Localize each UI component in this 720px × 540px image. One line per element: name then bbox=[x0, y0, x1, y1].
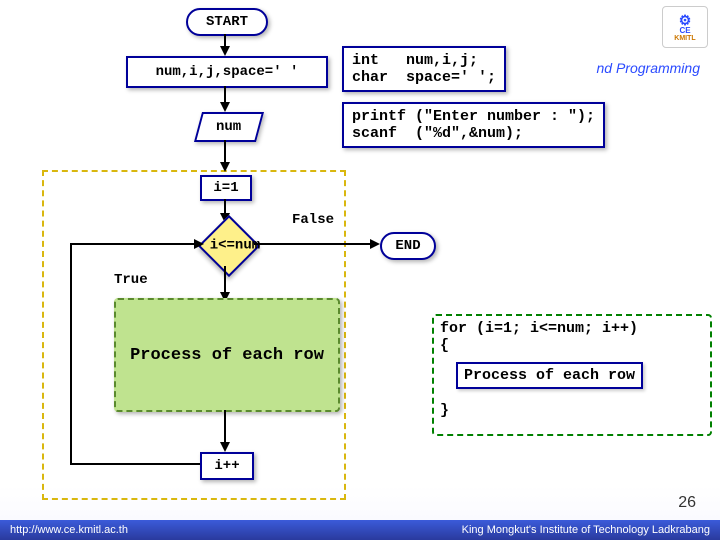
arrowhead-down-icon bbox=[220, 46, 230, 56]
node-incr: i++ bbox=[200, 452, 254, 480]
arrow bbox=[224, 140, 226, 164]
node-start-label: START bbox=[206, 14, 248, 30]
arrowhead-down-icon bbox=[220, 102, 230, 112]
arrowhead-right-icon bbox=[370, 239, 380, 249]
node-end: END bbox=[380, 232, 436, 260]
arrow bbox=[70, 243, 196, 245]
arrow bbox=[224, 410, 226, 444]
code-loop-body: Process of each row bbox=[456, 362, 643, 389]
node-decision-label: i<=num bbox=[210, 237, 250, 253]
arrow bbox=[224, 266, 226, 294]
slide: ⚙ CE KMITL nd Programming START num,i,j,… bbox=[0, 0, 720, 540]
node-input: num bbox=[194, 112, 264, 142]
arrowhead-right-icon bbox=[194, 239, 204, 249]
node-start: START bbox=[186, 8, 268, 36]
node-input-label: num bbox=[216, 119, 241, 135]
footer-bar: http://www.ce.kmitl.ac.th King Mongkut's… bbox=[0, 520, 720, 540]
code-io: printf ("Enter number : "); scanf ("%d",… bbox=[342, 102, 605, 148]
arrow bbox=[70, 463, 200, 465]
footer-url: http://www.ce.kmitl.ac.th bbox=[10, 524, 128, 536]
flowchart: START num,i,j,space=' ' num i=1 i<=num F… bbox=[0, 0, 720, 540]
node-end-label: END bbox=[395, 238, 420, 254]
page-number: 26 bbox=[678, 494, 696, 512]
node-declare: num,i,j,space=' ' bbox=[126, 56, 328, 88]
label-false: False bbox=[292, 212, 334, 228]
node-incr-label: i++ bbox=[214, 458, 239, 474]
code-loop-open: for (i=1; i<=num; i++) { bbox=[440, 320, 638, 354]
node-init-label: i=1 bbox=[213, 180, 238, 196]
node-process-row: Process of each row bbox=[114, 298, 340, 412]
footer-institute: King Mongkut's Institute of Technology L… bbox=[462, 524, 710, 536]
node-declare-label: num,i,j,space=' ' bbox=[156, 64, 299, 80]
label-true: True bbox=[114, 272, 148, 288]
arrowhead-down-icon bbox=[220, 442, 230, 452]
node-process-row-label: Process of each row bbox=[130, 346, 324, 365]
code-declaration: int num,i,j; char space=' '; bbox=[342, 46, 506, 92]
arrow bbox=[70, 243, 72, 465]
node-init: i=1 bbox=[200, 175, 252, 201]
arrowhead-down-icon bbox=[220, 162, 230, 172]
code-loop-close: } bbox=[440, 402, 449, 419]
arrow bbox=[254, 243, 372, 245]
